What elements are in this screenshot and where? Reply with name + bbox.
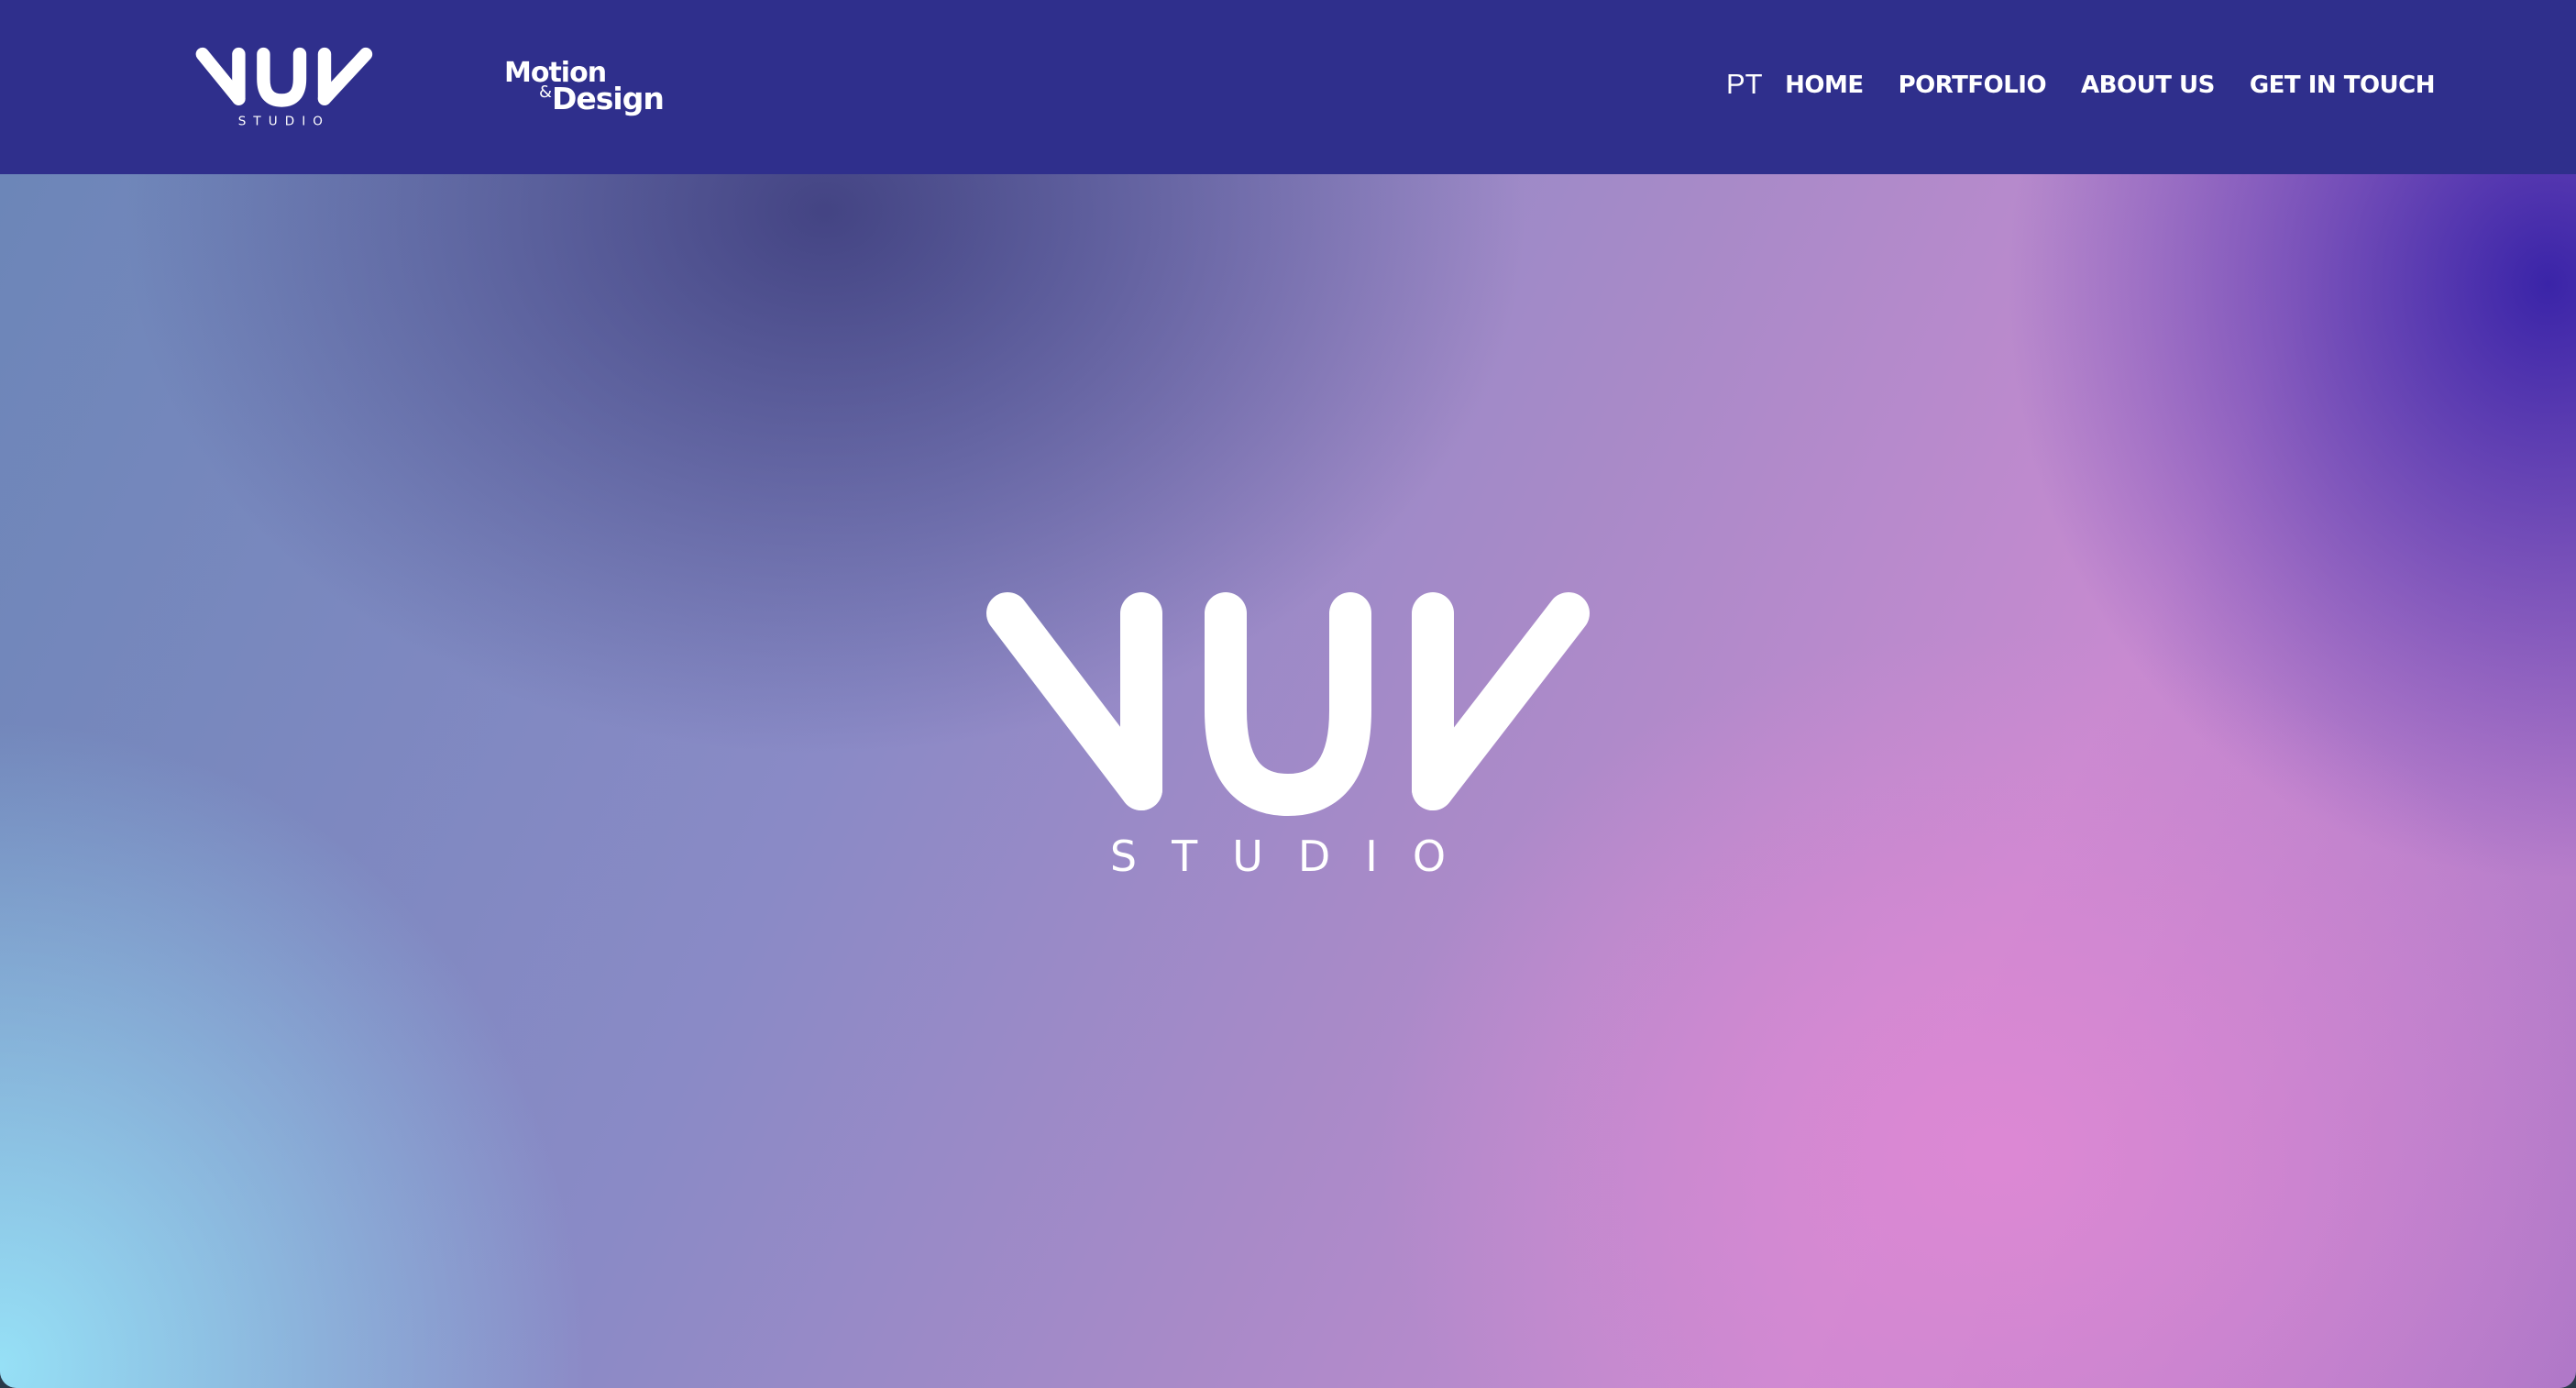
tagline-design: Design	[552, 81, 665, 116]
motion-design-tagline: Motion & Design	[504, 57, 665, 121]
nav-home[interactable]: HOME	[1785, 72, 1864, 99]
language-switch-pt[interactable]: PT	[1726, 68, 1763, 101]
hero-nun-studio-logo: STUDIO	[986, 592, 1590, 881]
nav-get-in-touch[interactable]: GET IN TOUCH	[2250, 72, 2436, 99]
hero-section: STUDIO	[0, 174, 2576, 1388]
nun-studio-logo[interactable]: STUDIO	[193, 40, 391, 136]
site-header: STUDIO Motion & Design PT HOME PORTFOLIO…	[0, 0, 2576, 174]
tagline-ampersand: &	[539, 83, 553, 102]
nav-about-us[interactable]: ABOUT US	[2081, 72, 2215, 99]
nav-portfolio[interactable]: PORTFOLIO	[1899, 72, 2047, 99]
hero-logo-subtitle: STUDIO	[1110, 832, 1481, 881]
logo-subtitle: STUDIO	[238, 115, 330, 129]
page: STUDIO Motion & Design PT HOME PORTFOLIO…	[0, 0, 2576, 1388]
main-nav: HOME PORTFOLIO ABOUT US GET IN TOUCH	[1785, 72, 2435, 99]
